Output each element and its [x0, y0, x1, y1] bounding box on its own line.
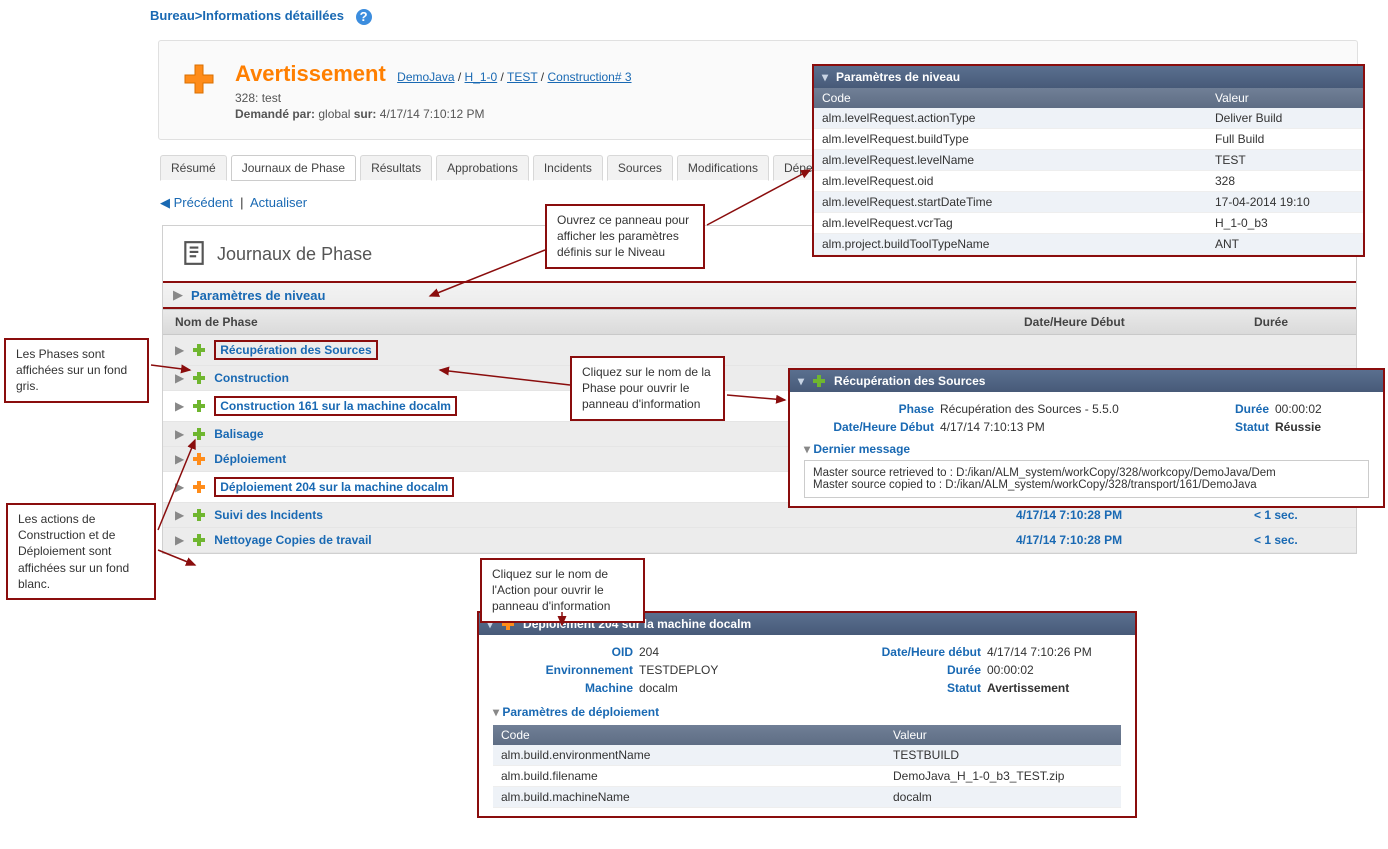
chevron-right-icon: ▶: [175, 399, 184, 413]
phase-row[interactable]: ▶ Récupération des Sources: [163, 335, 1356, 366]
status-plus-icon: [192, 399, 206, 413]
chevron-right-icon: ▶: [175, 533, 184, 547]
prev-link[interactable]: Précédent: [174, 195, 233, 210]
tab-sources[interactable]: Sources: [607, 155, 673, 181]
bc-link-version[interactable]: H_1-0: [465, 70, 498, 84]
tab-phase-logs[interactable]: Journaux de Phase: [231, 155, 356, 181]
panel-title: Journaux de Phase: [217, 244, 372, 265]
phase-date: 4/17/14 7:10:28 PM: [1016, 533, 1246, 547]
phase-link[interactable]: Balisage: [214, 427, 263, 441]
level-params-link[interactable]: Paramètres de niveau: [191, 288, 325, 303]
breadcrumb-links: DemoJava / H_1-0 / TEST / Construction# …: [397, 70, 631, 84]
phase-link[interactable]: Déploiement: [214, 452, 286, 466]
refresh-link[interactable]: Actualiser: [250, 195, 307, 210]
status-plus-icon: [192, 452, 206, 466]
status-plus-icon: [192, 480, 206, 494]
chevron-right-icon: ▶: [175, 452, 184, 466]
page-title: Avertissement: [235, 61, 386, 87]
document-icon: [181, 240, 207, 269]
phase-link[interactable]: Suivi des Incidents: [214, 508, 323, 522]
callout-b: Les Phases sont affichées sur un fond gr…: [4, 338, 149, 403]
phase-duration: < 1 sec.: [1254, 508, 1344, 522]
chevron-down-icon[interactable]: ▾: [804, 442, 810, 456]
tab-approvals[interactable]: Approbations: [436, 155, 529, 181]
phase-link[interactable]: Construction: [214, 371, 289, 385]
status-plus-icon: [192, 371, 206, 385]
phase-link[interactable]: Construction 161 sur la machine docalm: [214, 396, 457, 416]
bc-link-level[interactable]: TEST: [507, 70, 537, 84]
callout-d: Les actions de Construction et de Déploi…: [6, 503, 156, 600]
bc-link-project[interactable]: DemoJava: [397, 70, 454, 84]
tab-modifications[interactable]: Modifications: [677, 155, 769, 181]
phase-table-header: Nom de Phase Date/Heure Début Durée: [163, 309, 1356, 335]
success-plus-icon: [812, 374, 826, 388]
phase-date: 4/17/14 7:10:28 PM: [1016, 508, 1246, 522]
callout-c: Cliquez sur le nom de la Phase pour ouvr…: [570, 356, 725, 421]
callout-a: Ouvrez ce panneau pour afficher les para…: [545, 204, 705, 269]
chevron-right-icon: ▶: [175, 480, 184, 494]
deploy-popover: ▾ Déploiement 204 sur la machine docalm …: [477, 611, 1137, 818]
recup-popover: ▾ Récupération des Sources PhaseRécupéra…: [788, 368, 1385, 508]
col-name: Nom de Phase: [175, 315, 1024, 329]
tab-resume[interactable]: Résumé: [160, 155, 227, 181]
tab-results[interactable]: Résultats: [360, 155, 432, 181]
phase-link[interactable]: Nettoyage Copies de travail: [214, 533, 371, 547]
chevron-down-icon: ▾: [798, 374, 804, 388]
tab-bar: Résumé Journaux de Phase Résultats Appro…: [160, 155, 869, 181]
chevron-down-icon[interactable]: ▾: [493, 705, 499, 719]
phase-row[interactable]: ▶ Nettoyage Copies de travail 4/17/14 7:10…: [163, 528, 1356, 553]
chevron-right-icon: ▶: [175, 343, 184, 357]
warning-plus-icon: [179, 59, 207, 87]
chevron-down-icon: ▾: [822, 70, 828, 84]
col-date: Date/Heure Début: [1024, 315, 1254, 329]
phase-link[interactable]: Récupération des Sources: [214, 340, 377, 360]
chevron-right-icon: ▶: [175, 427, 184, 441]
phase-link[interactable]: Déploiement 204 sur la machine docalm: [214, 477, 454, 497]
tab-incidents[interactable]: Incidents: [533, 155, 603, 181]
level-params-bar[interactable]: ▶ Paramètres de niveau: [163, 281, 1356, 309]
phase-duration: < 1 sec.: [1254, 533, 1344, 547]
status-plus-icon: [192, 343, 206, 357]
level-params-popover: ▾Paramètres de niveau CodeValeur alm.lev…: [812, 64, 1365, 257]
col-dur: Durée: [1254, 315, 1344, 329]
breadcrumb: Bureau>Informations détaillées ?: [150, 8, 372, 25]
chevron-right-icon: ▶: [173, 287, 183, 303]
help-icon[interactable]: ?: [356, 9, 372, 25]
status-plus-icon: [192, 533, 206, 547]
status-plus-icon: [192, 427, 206, 441]
chevron-right-icon: ▶: [175, 371, 184, 385]
nav-links: ◀ Précédent | Actualiser: [160, 195, 307, 211]
callout-e: Cliquez sur le nom de l'Action pour ouvr…: [480, 558, 645, 623]
bc-link-build[interactable]: Construction# 3: [547, 70, 631, 84]
chevron-right-icon: ▶: [175, 508, 184, 522]
status-plus-icon: [192, 508, 206, 522]
